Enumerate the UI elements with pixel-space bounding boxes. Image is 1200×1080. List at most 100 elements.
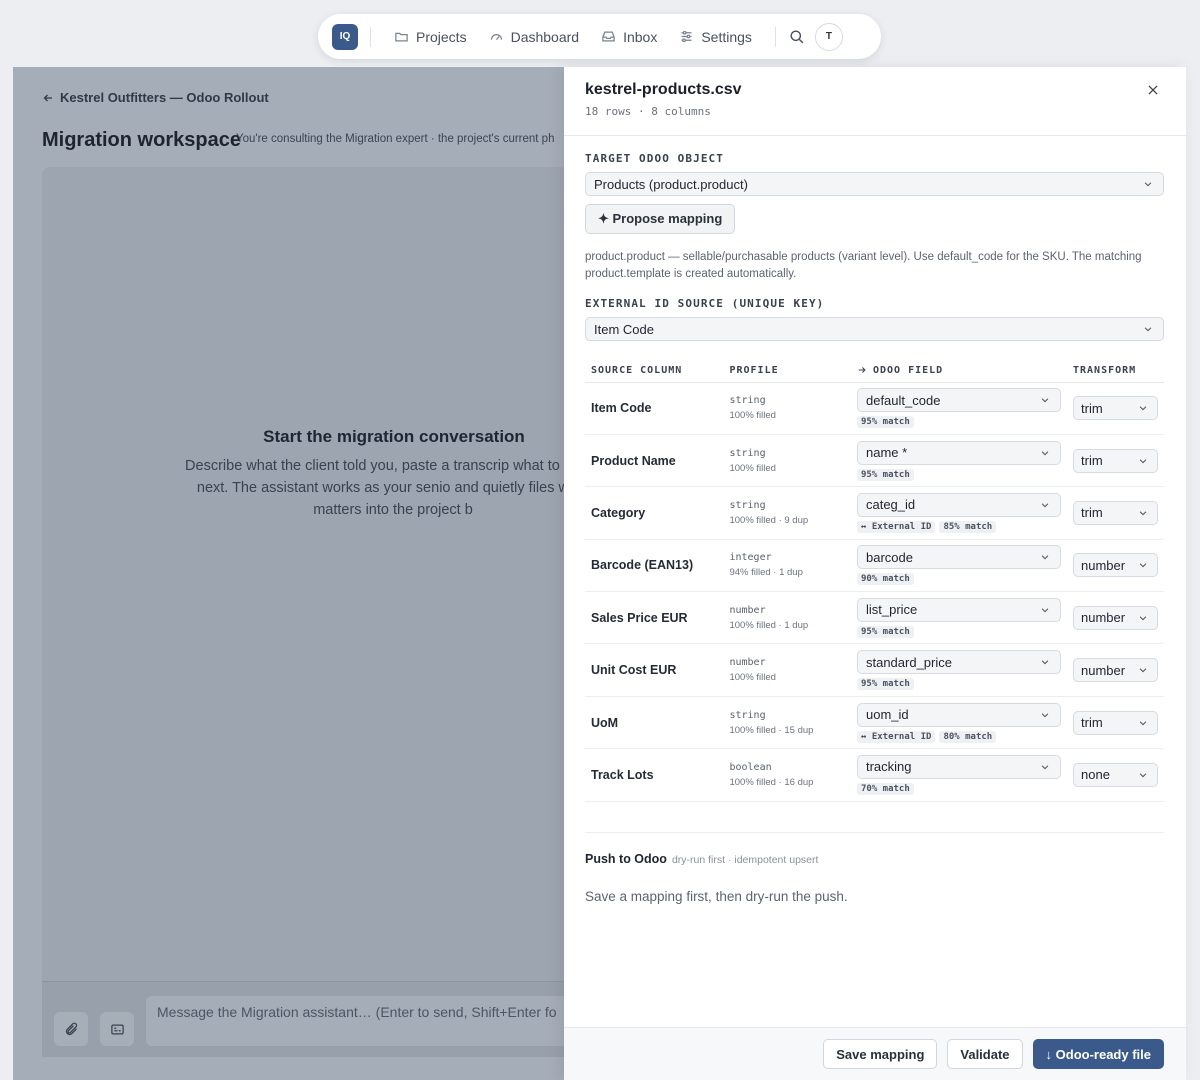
nav-divider: [774, 26, 776, 47]
page-subtitle: You're consulting the Migration expert ·…: [236, 133, 555, 145]
chevron-down-icon: [1138, 613, 1148, 623]
profile-cell: string 100% filled: [723, 382, 851, 435]
chevron-down-icon: [1040, 762, 1050, 772]
source-cell: Category: [585, 486, 724, 540]
validate-button[interactable]: Validate: [947, 1039, 1023, 1069]
transform-cell: trim: [1067, 486, 1164, 540]
chat-composer: Message the Migration assistant… (Enter …: [42, 981, 616, 1057]
profile-stats: 100% filled: [729, 410, 776, 422]
drawer-footer: Save mapping Validate ↓ Odoo-ready file: [564, 1027, 1186, 1080]
transform-select[interactable]: trim: [1073, 500, 1158, 525]
select-value: trim: [1081, 715, 1103, 731]
table-row: Barcode (EAN13) integer 94% filled · 1 dup…: [585, 539, 1164, 593]
transform-select[interactable]: none: [1073, 762, 1158, 787]
select-value: trim: [1081, 453, 1103, 469]
transform-cell: trim: [1067, 434, 1164, 488]
source-column-name: Sales Price EUR: [591, 610, 688, 625]
profile-stats: 94% filled · 1 dup: [729, 567, 803, 579]
message-input[interactable]: Message the Migration assistant… (Enter …: [146, 996, 616, 1046]
transcript-button[interactable]: [100, 1012, 134, 1046]
chevron-down-icon: [1040, 500, 1050, 510]
target-object-select[interactable]: Products (product.product): [585, 172, 1164, 196]
source-cell: Sales Price EUR: [585, 591, 724, 645]
nav-item-inbox[interactable]: Inbox: [590, 29, 668, 45]
nav-item-label: Dashboard: [510, 28, 580, 45]
profile-stats: 100% filled · 15 dup: [729, 724, 814, 736]
push-note: dry-run first · idempotent upsert: [671, 854, 819, 866]
profile-cell: boolean 100% filled · 16 dup: [723, 748, 851, 802]
attach-button[interactable]: [54, 1012, 88, 1046]
nav-item-dashboard[interactable]: Dashboard: [478, 29, 591, 45]
match-badge: 95% match: [856, 678, 914, 691]
nav-item-label: Inbox: [623, 28, 658, 45]
close-icon[interactable]: [1146, 83, 1160, 97]
download-odoo-file-button[interactable]: ↓ Odoo-ready file: [1032, 1039, 1164, 1069]
nav-item-projects[interactable]: Projects: [383, 29, 478, 45]
transform-select[interactable]: trim: [1073, 396, 1158, 421]
match-badge: 85% match: [939, 520, 997, 533]
field-badges: 95% match: [856, 625, 1061, 638]
odoo-field-select[interactable]: default_code: [856, 388, 1061, 413]
match-badge: 70% match: [856, 782, 914, 795]
field-cell: standard_price 95% match: [850, 643, 1067, 697]
propose-mapping-button[interactable]: ✦ Propose mapping: [585, 204, 736, 234]
select-value: number: [1081, 610, 1126, 626]
field-cell: tracking 70% match: [850, 748, 1067, 802]
push-status: Save a mapping first, then dry-run the p…: [585, 889, 848, 904]
breadcrumb[interactable]: Kestrel Outfitters — Odoo Rollout: [42, 90, 269, 105]
match-badge: 95% match: [856, 625, 914, 638]
select-value: number: [1081, 557, 1126, 573]
source-column-name: Category: [591, 505, 646, 520]
chevron-down-icon: [1040, 395, 1050, 405]
app-logo[interactable]: IQ: [332, 23, 358, 50]
transform-select[interactable]: number: [1073, 553, 1158, 578]
workspace: Kestrel Outfitters — Odoo Rollout Migrat…: [13, 67, 616, 1080]
header-odoo-field-label: ODOO FIELD: [872, 365, 944, 377]
inbox-icon: [601, 29, 616, 44]
odoo-field-select[interactable]: categ_id: [856, 492, 1061, 517]
profile-cell: string 100% filled · 15 dup: [723, 696, 851, 750]
field-badges: 95% match: [856, 416, 1061, 429]
chevron-down-icon: [1138, 560, 1148, 570]
profile-type: string: [729, 395, 766, 407]
field-cell: categ_id ↔ External ID 85% match: [850, 486, 1067, 540]
select-value: categ_id: [865, 497, 916, 513]
profile-stats: 100% filled · 1 dup: [729, 619, 809, 631]
odoo-field-select[interactable]: tracking: [856, 754, 1061, 779]
source-cell: Item Code: [585, 382, 724, 435]
transform-select[interactable]: number: [1073, 658, 1158, 683]
transform-select[interactable]: number: [1073, 605, 1158, 630]
select-value: barcode: [865, 549, 913, 565]
transform-select[interactable]: trim: [1073, 448, 1158, 473]
field-badges: 95% match: [856, 468, 1061, 481]
select-value: standard_price: [865, 654, 952, 670]
push-section: Push to Odoo dry-run first · idempotent u…: [585, 832, 1164, 904]
save-mapping-button[interactable]: Save mapping: [823, 1039, 938, 1069]
transform-select[interactable]: trim: [1073, 710, 1158, 735]
chevron-down-icon: [1138, 718, 1148, 728]
table-row: Track Lots boolean 100% filled · 16 dup tra…: [585, 748, 1164, 802]
odoo-field-select[interactable]: standard_price: [856, 650, 1061, 675]
header-profile: PROFILE: [723, 360, 851, 383]
profile-stats: 100% filled: [729, 462, 776, 474]
table-row: UoM string 100% filled · 15 dup uom_id ↔ Ext…: [585, 696, 1164, 750]
chevron-down-icon: [1143, 324, 1153, 334]
external-id-select[interactable]: Item Code: [585, 317, 1164, 341]
source-cell: Track Lots: [585, 748, 724, 802]
chevron-down-icon: [1040, 710, 1050, 720]
mapping-table: SOURCE COLUMN PROFILE ODOO FIELD TRANSFO…: [585, 360, 1164, 802]
table-row: Category string 100% filled · 9 dup categ_i…: [585, 486, 1164, 540]
odoo-field-select[interactable]: uom_id: [856, 702, 1061, 727]
search-icon[interactable]: [788, 28, 805, 45]
profile-type: number: [729, 657, 766, 669]
odoo-field-select[interactable]: list_price: [856, 597, 1061, 622]
drawer-header: kestrel-products.csv 18 rows · 8 columns: [564, 67, 1186, 136]
avatar[interactable]: T: [814, 22, 843, 51]
transform-cell: none: [1067, 748, 1164, 802]
profile-type: boolean: [729, 761, 772, 773]
odoo-field-select[interactable]: name *: [856, 440, 1061, 465]
profile-type: string: [729, 499, 766, 511]
arrow-left-icon: [42, 92, 54, 104]
nav-item-settings[interactable]: Settings: [668, 29, 763, 45]
odoo-field-select[interactable]: barcode: [856, 545, 1061, 570]
